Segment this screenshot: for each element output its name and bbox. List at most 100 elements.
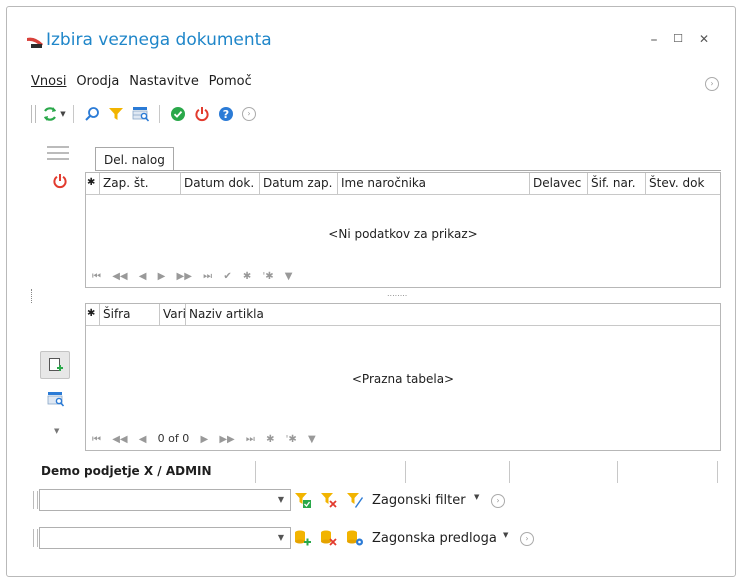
refresh-icon (44, 107, 57, 121)
table-search-button[interactable] (129, 103, 153, 125)
new-document-button[interactable] (40, 351, 70, 379)
help-button[interactable]: ? (215, 103, 237, 125)
chevron-down-icon[interactable]: ▼ (503, 531, 508, 539)
append-record-button[interactable]: ✱ (243, 271, 251, 282)
menu-pomoc[interactable]: Pomoč (209, 74, 252, 89)
search-button[interactable] (81, 103, 103, 125)
next-page-button[interactable]: ▶▶ (219, 434, 234, 445)
panel-splitter[interactable] (31, 289, 33, 303)
column-header[interactable]: Šifra (100, 304, 160, 325)
grid-splitter[interactable]: ........ (387, 289, 407, 298)
table-search-icon[interactable] (47, 391, 65, 407)
filter-apply-icon[interactable] (294, 491, 312, 509)
column-header[interactable]: Zap. št. (100, 173, 181, 194)
toolbar-separator (159, 105, 160, 123)
next-record-button[interactable]: ▶ (158, 271, 166, 282)
status-divider (509, 461, 510, 483)
chevron-down-icon[interactable]: ▼ (54, 427, 59, 435)
filter-row-customize-icon[interactable]: › (491, 494, 505, 508)
row-grip[interactable] (33, 491, 38, 509)
post-edit-button[interactable]: ✔ (223, 271, 231, 282)
tab-del-nalog[interactable]: Del. nalog (95, 147, 174, 171)
select-all-icon[interactable]: ✱ (86, 304, 100, 325)
hamburger-menu-icon[interactable] (47, 146, 69, 160)
confirm-button[interactable] (167, 103, 189, 125)
template-settings-icon[interactable] (346, 529, 364, 547)
app-logo-icon (27, 37, 43, 48)
startup-filter-label[interactable]: Zagonski filter (372, 493, 466, 508)
left-panel: ▼ (29, 139, 84, 449)
new-document-icon (49, 358, 63, 371)
prev-record-button[interactable]: ◀ (139, 271, 147, 282)
articles-grid: ✱ Šifra Vari Naziv artikla <Prazna tabel… (85, 303, 721, 451)
prev-page-button[interactable]: ◀◀ (112, 434, 127, 445)
maximize-button[interactable]: ☐ (669, 32, 687, 45)
grid-navigator: ⏮ ◀◀ ◀ ▶ ▶▶ ⏭ ✔ ✱ '✱ ▼ (92, 271, 301, 282)
column-header[interactable]: Naziv artikla (186, 304, 720, 325)
exit-power-icon[interactable] (52, 173, 68, 189)
filter-edit-icon[interactable] (346, 491, 364, 509)
column-header[interactable]: Štev. dok (646, 173, 720, 194)
refresh-button[interactable]: ▼ (41, 103, 67, 125)
menu-orodja[interactable]: Orodja (76, 74, 119, 89)
column-header[interactable]: Vari (160, 304, 186, 325)
power-button[interactable] (191, 103, 213, 125)
documents-grid-header: ✱ Zap. št. Datum dok. Datum zap. Ime nar… (86, 173, 720, 195)
chevron-down-icon: ▼ (60, 110, 66, 118)
grid-navigator: ⏮ ◀◀ ◀ 0 of 0 ▶ ▶▶ ⏭ ✱ '✱ ▼ (92, 432, 324, 445)
menu-vnosi[interactable]: Vnosi (31, 74, 66, 89)
prev-record-button[interactable]: ◀ (139, 434, 147, 445)
toolbar-separator (73, 105, 74, 123)
insert-record-button[interactable]: '✱ (262, 271, 273, 282)
svg-text:?: ? (223, 108, 229, 121)
filter-button[interactable] (105, 103, 127, 125)
empty-grid-message: <Prazna tabela> (351, 372, 455, 386)
close-button[interactable]: ✕ (695, 32, 713, 46)
status-bar: Demo podjetje X / ADMIN (33, 459, 725, 485)
column-header[interactable]: Šif. nar. (588, 173, 646, 194)
toolbar-grip[interactable] (31, 105, 36, 123)
menu-bar: Vnosi Orodja Nastavitve Pomoč (31, 74, 258, 94)
check-icon (171, 107, 185, 121)
filter-icon[interactable]: ▼ (285, 271, 293, 282)
tab-strip-line (95, 170, 721, 171)
next-record-button[interactable]: ▶ (200, 434, 208, 445)
column-header[interactable]: Datum zap. (260, 173, 338, 194)
startup-template-label[interactable]: Zagonska predloga (372, 531, 497, 546)
startup-filter-select[interactable]: ▼ (39, 489, 291, 511)
chevron-down-icon: ▼ (277, 533, 284, 542)
dialog-window: Izbira veznega dokumenta – ☐ ✕ Vnosi Oro… (6, 6, 736, 577)
append-record-button[interactable]: ✱ (266, 434, 274, 445)
prev-page-button[interactable]: ◀◀ (112, 271, 127, 282)
template-add-icon[interactable] (294, 529, 312, 547)
menu-customize-icon[interactable]: › (705, 77, 719, 91)
row-grip[interactable] (33, 529, 38, 547)
table-search-icon (132, 107, 150, 122)
last-record-button[interactable]: ⏭ (246, 434, 255, 445)
select-all-icon[interactable]: ✱ (86, 173, 100, 194)
menu-nastavitve[interactable]: Nastavitve (129, 74, 199, 89)
template-row-customize-icon[interactable]: › (520, 532, 534, 546)
status-divider (255, 461, 256, 483)
insert-record-button[interactable]: '✱ (286, 434, 297, 445)
filter-icon[interactable]: ▼ (308, 434, 316, 445)
startup-template-select[interactable]: ▼ (39, 527, 291, 549)
filter-clear-icon[interactable] (320, 491, 338, 509)
column-header[interactable]: Datum dok. (181, 173, 260, 194)
template-delete-icon[interactable] (320, 529, 338, 547)
toolbar-customize-icon[interactable]: › (242, 107, 256, 121)
chevron-down-icon: ▼ (277, 495, 284, 504)
minimize-button[interactable]: – (645, 32, 663, 48)
status-divider (717, 461, 718, 483)
status-divider (617, 461, 618, 483)
chevron-down-icon[interactable]: ▼ (474, 493, 479, 501)
articles-grid-header: ✱ Šifra Vari Naziv artikla (86, 304, 720, 326)
first-record-button[interactable]: ⏮ (92, 271, 101, 282)
first-record-button[interactable]: ⏮ (92, 434, 101, 445)
column-header[interactable]: Delavec (530, 173, 588, 194)
last-record-button[interactable]: ⏭ (203, 271, 212, 282)
status-divider (405, 461, 406, 483)
column-header[interactable]: Ime naročnika (338, 173, 530, 194)
page-info: 0 of 0 (157, 432, 190, 445)
next-page-button[interactable]: ▶▶ (177, 271, 192, 282)
